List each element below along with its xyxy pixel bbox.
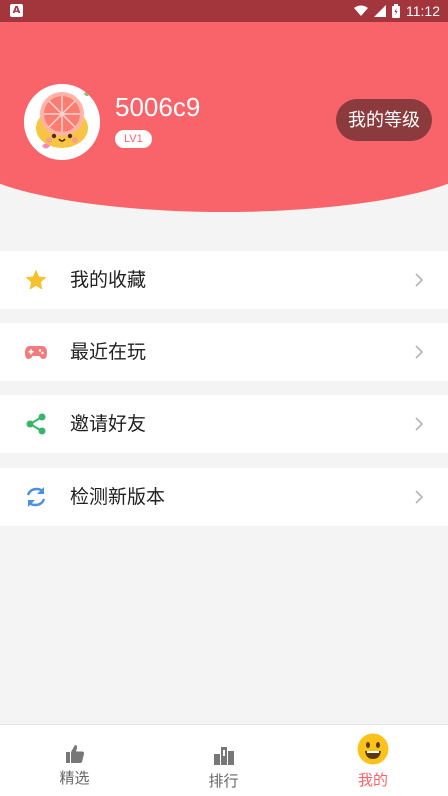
status-right: 11:12 — [354, 0, 440, 22]
menu-item-favorites[interactable]: 我的收藏 — [0, 251, 448, 309]
status-bar: A 11:12 — [0, 0, 448, 22]
tab-label: 精选 — [59, 769, 90, 787]
chevron-right-icon — [415, 273, 424, 287]
tab-featured[interactable]: 精选 — [0, 725, 149, 796]
level-badge: LV1 — [115, 130, 152, 148]
menu-label: 我的收藏 — [70, 269, 147, 291]
tab-label: 我的 — [357, 771, 388, 789]
my-level-button[interactable]: 我的等级 — [336, 99, 432, 141]
gamepad-icon — [25, 346, 47, 359]
chevron-right-icon — [415, 345, 424, 359]
refresh-icon — [26, 487, 46, 507]
app-notification-icon: A — [10, 4, 23, 17]
smiley-icon — [357, 733, 389, 765]
tab-mine[interactable]: 我的 — [298, 725, 448, 796]
chevron-right-icon — [415, 490, 424, 504]
tab-label: 排行 — [208, 772, 239, 790]
battery-icon — [392, 4, 400, 18]
chevron-right-icon — [415, 417, 424, 431]
menu-item-check-update[interactable]: 检测新版本 — [0, 468, 448, 526]
tab-ranking[interactable]: 排行 — [149, 725, 298, 796]
rank-icon — [213, 747, 234, 765]
share-icon — [26, 413, 46, 435]
avatar[interactable] — [24, 84, 100, 160]
grapefruit-avatar-icon — [24, 84, 100, 160]
menu-label: 邀请好友 — [70, 413, 147, 435]
clock: 11:12 — [406, 3, 440, 19]
thumbs-up-icon — [65, 745, 84, 763]
wifi-icon — [354, 5, 368, 16]
menu-label: 最近在玩 — [70, 341, 147, 363]
signal-icon — [374, 5, 386, 17]
menu-label: 检测新版本 — [70, 486, 166, 508]
menu-item-invite[interactable]: 邀请好友 — [0, 395, 448, 453]
star-icon — [25, 269, 47, 290]
username: 5006c9 — [115, 92, 201, 122]
menu-item-recent[interactable]: 最近在玩 — [0, 323, 448, 381]
profile-header: 5006c9 LV1 我的等级 — [0, 22, 448, 212]
bottom-tab-bar: 精选 排行 我的 — [0, 724, 448, 796]
